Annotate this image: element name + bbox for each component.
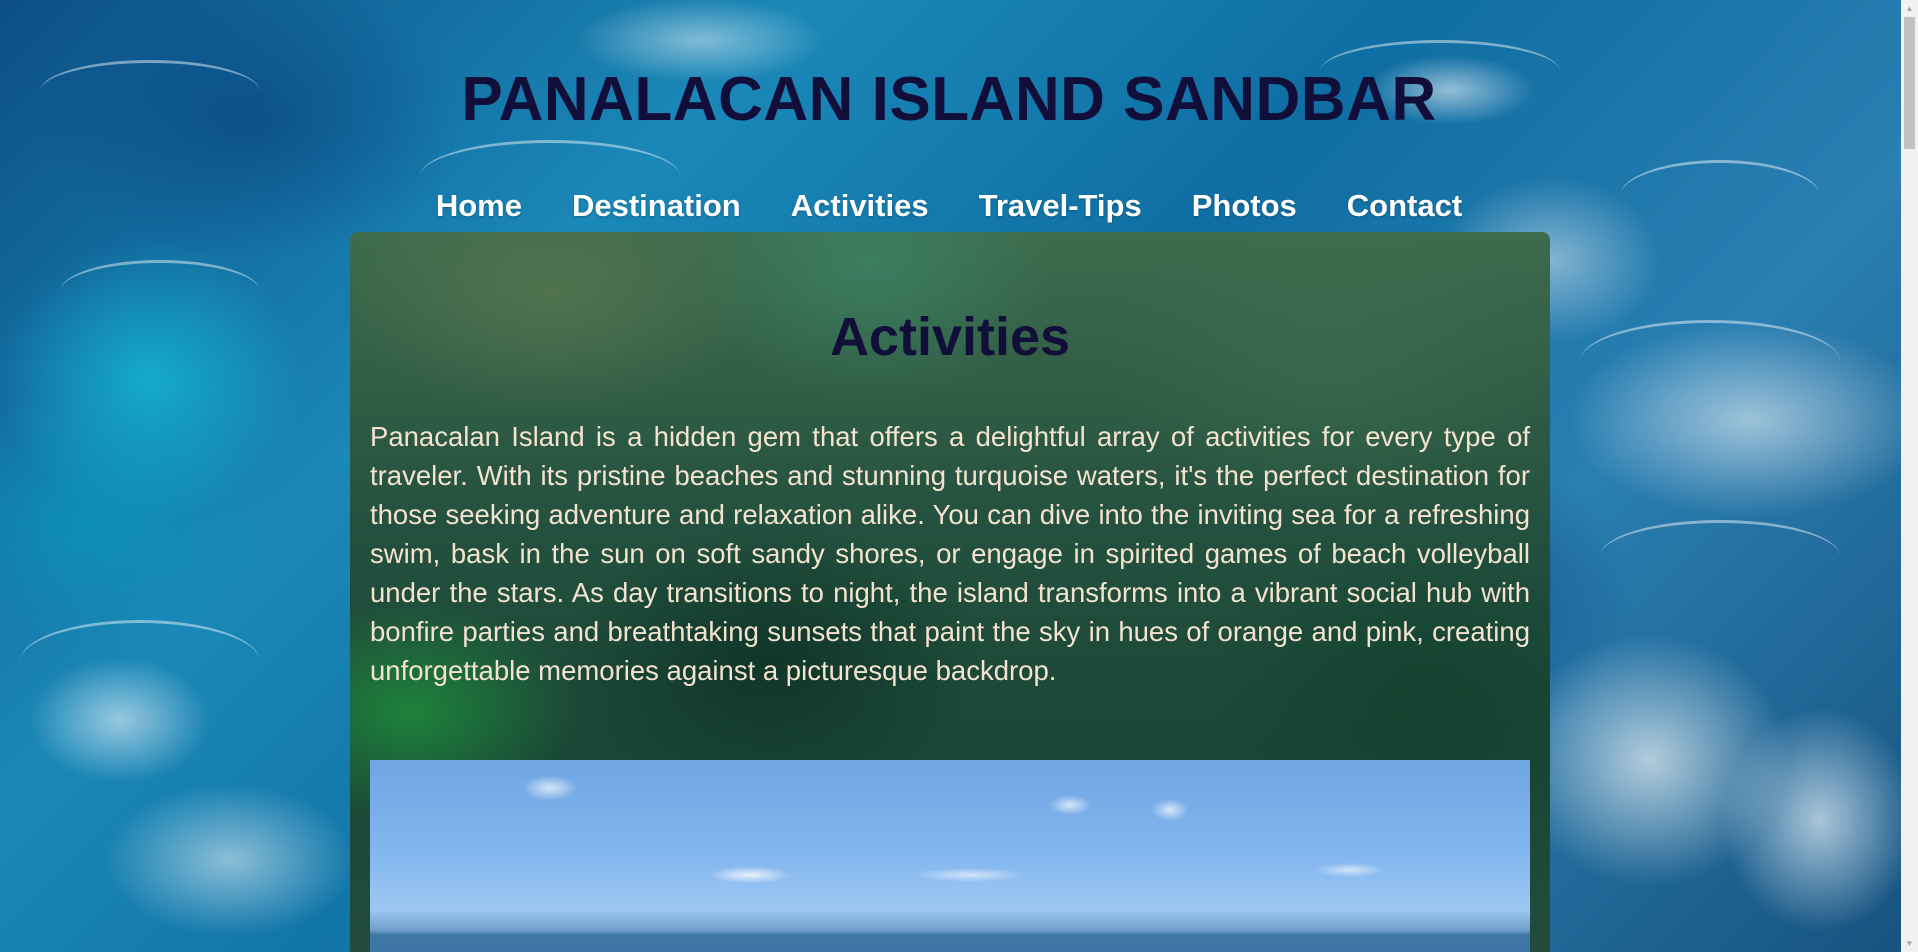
nav-contact[interactable]: Contact — [1347, 188, 1462, 224]
main-navigation: Home Destination Activities Travel-Tips … — [0, 188, 1898, 224]
nav-activities[interactable]: Activities — [791, 188, 929, 224]
site-title: PANALACAN ISLAND SANDBAR — [461, 65, 1437, 134]
wave-crest — [1600, 520, 1840, 593]
nav-home[interactable]: Home — [436, 188, 522, 224]
vertical-scrollbar[interactable]: ▲ ▼ — [1901, 0, 1918, 952]
wave-crest — [1580, 320, 1840, 403]
activities-description: Panacalan Island is a hidden gem that of… — [370, 421, 1530, 686]
wave-crest — [20, 620, 260, 703]
section-heading: Activities — [829, 307, 1071, 367]
chevron-up-icon[interactable]: ▲ — [1901, 0, 1918, 17]
scrollbar-thumb[interactable] — [1904, 17, 1915, 149]
nav-travel-tips[interactable]: Travel-Tips — [979, 188, 1142, 224]
beach-sea-photo — [370, 760, 1530, 952]
wave-crest — [60, 260, 260, 323]
nav-photos[interactable]: Photos — [1192, 188, 1297, 224]
activities-content-card: Activities Panacalan Island is a hidden … — [350, 232, 1550, 952]
nav-destination[interactable]: Destination — [572, 188, 741, 224]
chevron-down-icon[interactable]: ▼ — [1901, 935, 1918, 952]
